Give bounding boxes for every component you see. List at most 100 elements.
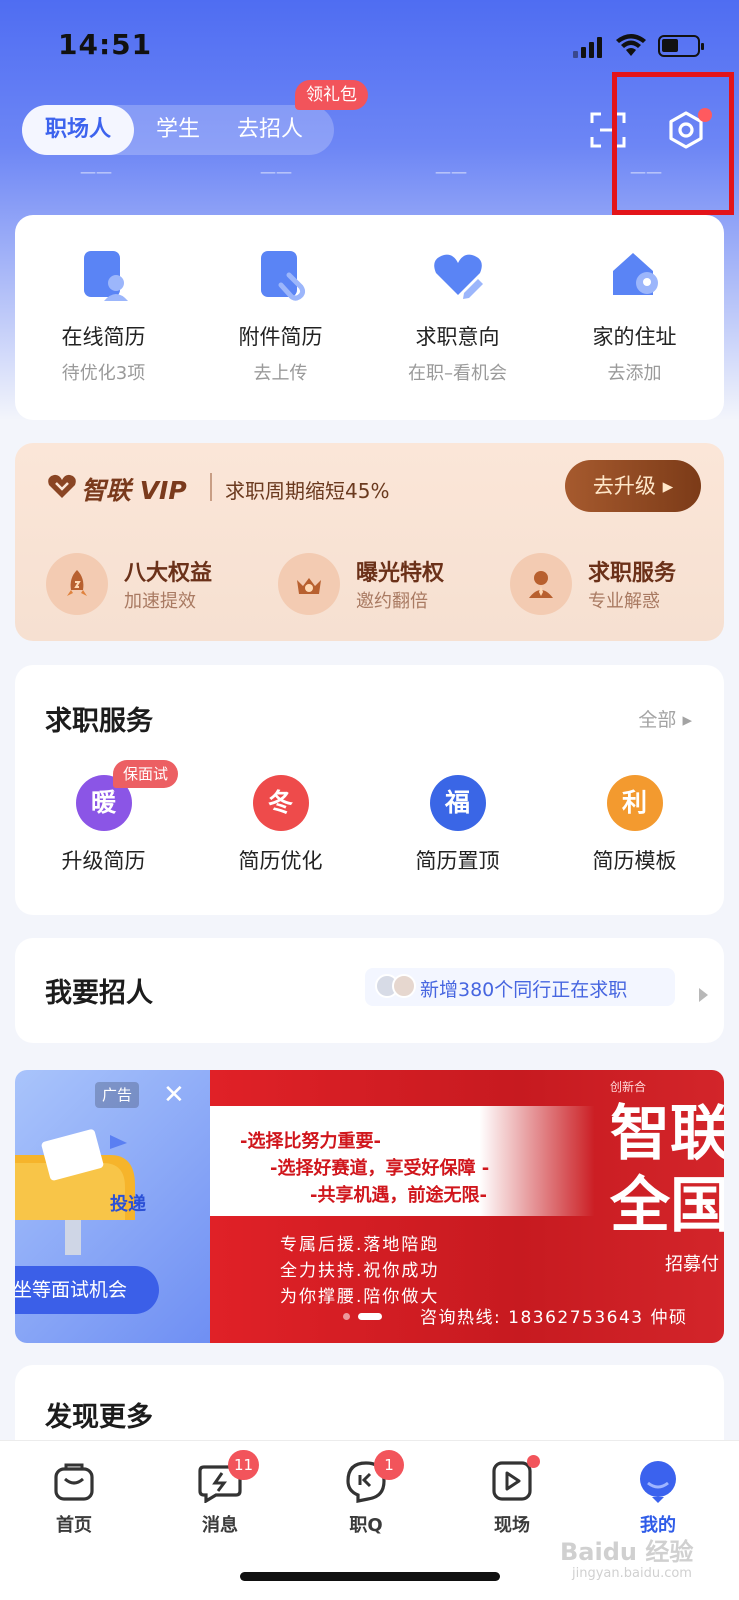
service-label: 简历优化 xyxy=(238,849,323,873)
shortcut-home-address[interactable]: 家的住址 去添加 xyxy=(546,245,723,385)
tab-professional[interactable]: 职场人 xyxy=(22,105,134,155)
shortcut-subtitle: 去添加 xyxy=(607,363,662,384)
heart-edit-icon xyxy=(433,254,483,299)
benefit-subtitle: 加速提效 xyxy=(124,591,196,612)
vip-benefit-rights[interactable]: 八大权益 加速提效 xyxy=(46,553,276,619)
watermark: Baidu 经验 xyxy=(560,1538,694,1566)
tab-student[interactable]: 学生 xyxy=(140,105,216,155)
nav-label: 职Q xyxy=(349,1515,383,1536)
service-label: 升级简历 xyxy=(61,849,146,873)
rocket-icon xyxy=(67,570,87,596)
shortcut-subtitle: 待优化3项 xyxy=(61,363,146,384)
ad-small-line: 全力扶持.祝你成功 xyxy=(280,1261,440,1281)
resume-shortcuts-card: 在线简历 待优化3项 附件简历 去上传 求职意向 在职–看机会 家的住址 去添加 xyxy=(15,215,724,420)
carousel-dot-active xyxy=(358,1313,382,1320)
eye-crown-icon xyxy=(297,578,321,594)
ad-big-text: 全国 xyxy=(610,1171,724,1241)
service-resume-template[interactable]: 利 简历模板 xyxy=(546,775,723,875)
ad-banner[interactable]: 投递 广告 ✕ 坐等面试机会 -选择比努力重要- -选择好赛道，享受好保障 - … xyxy=(15,1070,724,1343)
avatar xyxy=(392,974,416,998)
bag-icon xyxy=(54,1463,94,1501)
status-time: 14:51 xyxy=(58,28,153,61)
ad-hotline: 咨询热线: 18362753643 仲硕 xyxy=(420,1308,688,1328)
nav-profile[interactable]: 我的 xyxy=(608,1459,708,1537)
benefit-title: 八大权益 xyxy=(124,561,213,586)
shortcut-title: 家的住址 xyxy=(592,325,677,349)
vip-heart-icon xyxy=(48,474,76,498)
battery-icon xyxy=(658,35,704,57)
ad-right-panel[interactable]: -选择比努力重要- -选择好赛道，享受好保障 - -共享机遇，前途无限- 专属后… xyxy=(210,1070,724,1343)
winter-badge-icon: 冬 xyxy=(252,775,309,831)
ad-small-line: 专属后援.落地陪跑 xyxy=(280,1235,440,1255)
shortcut-job-intention[interactable]: 求职意向 在职–看机会 xyxy=(369,245,546,385)
fortune-badge-icon: 福 xyxy=(429,775,486,831)
role-tabs: 职场人 学生 去招人 xyxy=(22,105,334,155)
vip-benefit-service[interactable]: 求职服务 专业解惑 xyxy=(510,553,739,619)
nav-label: 消息 xyxy=(202,1515,238,1536)
nav-job-q[interactable]: 1 职Q xyxy=(316,1450,416,1537)
view-all-link[interactable]: 全部 ▸ xyxy=(638,705,692,732)
service-upgrade-resume[interactable]: 暖 升级简历 xyxy=(15,775,192,875)
ad-small-line: 为你撑腰.陪你做大 xyxy=(280,1287,440,1307)
shortcut-title: 在线简历 xyxy=(61,325,146,349)
vip-divider xyxy=(210,473,212,501)
service-optimize-resume[interactable]: 冬 简历优化 xyxy=(192,775,369,875)
shortcut-subtitle: 在职–看机会 xyxy=(408,363,507,384)
home-indicator[interactable] xyxy=(240,1572,500,1581)
nav-home[interactable]: 首页 xyxy=(24,1459,124,1537)
ad-line: -共享机遇，前途无限- xyxy=(310,1185,487,1206)
attachment-icon xyxy=(260,251,305,301)
mailbox-label: 投递 xyxy=(110,1194,146,1215)
section-title: 求职服务 xyxy=(45,706,153,737)
hire-tip[interactable]: 新增380个同行正在求职 xyxy=(365,968,675,1006)
cellular-signal-icon xyxy=(573,36,603,58)
benefit-subtitle: 邀约翻倍 xyxy=(356,591,428,612)
ad-tag: 广告 xyxy=(95,1082,140,1108)
unread-badge: 1 xyxy=(374,1450,404,1480)
vip-slogan: 求职周期缩短45% xyxy=(225,479,390,503)
nav-messages[interactable]: 11 消息 xyxy=(170,1450,270,1537)
gift-badge[interactable]: 领礼包 xyxy=(295,80,368,110)
vip-benefit-exposure[interactable]: 曝光特权 邀约翻倍 xyxy=(278,553,508,619)
benefit-title: 曝光特权 xyxy=(356,561,445,586)
chevron-right-icon xyxy=(699,988,708,1002)
tab-recruit[interactable]: 去招人 xyxy=(222,105,318,155)
home-location-icon xyxy=(612,253,658,295)
shortcut-online-resume[interactable]: 在线简历 待优化3项 xyxy=(15,245,192,385)
highlight-box xyxy=(612,72,734,215)
shortcut-title: 附件简历 xyxy=(238,325,323,349)
hire-card[interactable]: 我要招人 新增380个同行正在求职 xyxy=(15,938,724,1043)
ad-recruit-text: 招募付 xyxy=(665,1254,719,1275)
job-services-card: 求职服务 全部 ▸ 暖 升级简历 冬 简历优化 福 简历置顶 利 简历模板 保面… xyxy=(15,665,724,915)
document-user-icon xyxy=(83,251,128,301)
service-pin-resume[interactable]: 福 简历置顶 xyxy=(369,775,546,875)
nav-label: 首页 xyxy=(56,1515,92,1536)
shortcut-subtitle: 去上传 xyxy=(253,363,308,384)
nav-live[interactable]: 现场 xyxy=(462,1455,562,1537)
unread-badge: 11 xyxy=(228,1450,260,1480)
section-title: 我要招人 xyxy=(45,978,153,1009)
shortcut-title: 求职意向 xyxy=(415,325,500,349)
close-icon[interactable]: ✕ xyxy=(163,1080,185,1110)
wifi-icon xyxy=(616,34,646,56)
ad-left-panel[interactable]: 投递 广告 ✕ 坐等面试机会 xyxy=(15,1070,210,1343)
vip-brand: 智联 VIP xyxy=(81,476,187,505)
live-dot xyxy=(527,1455,540,1468)
benefit-title: 求职服务 xyxy=(588,561,677,586)
profit-badge-icon: 利 xyxy=(606,775,663,831)
ad-big-text: 智联 xyxy=(610,1099,724,1169)
ad-cta[interactable]: 坐等面试机会 xyxy=(15,1266,159,1314)
service-label: 简历模板 xyxy=(592,849,677,873)
vip-upgrade-button[interactable]: 去升级 ▸ xyxy=(565,460,701,512)
ad-tiny-text: 创新合 xyxy=(610,1080,647,1094)
carousel-dot xyxy=(343,1313,350,1320)
nav-label: 现场 xyxy=(494,1515,530,1536)
hire-tip-text: 新增380个同行正在求职 xyxy=(420,979,628,1001)
vip-card[interactable]: 智联 VIP 求职周期缩短45% 去升级 ▸ 八大权益 加速提效 曝光特权 邀约… xyxy=(15,443,724,641)
video-icon xyxy=(492,1461,532,1501)
interview-guarantee-badge: 保面试 xyxy=(113,760,179,788)
shortcut-attachment-resume[interactable]: 附件简历 去上传 xyxy=(192,245,369,385)
ad-line: -选择好赛道，享受好保障 - xyxy=(270,1158,490,1179)
ad-line: -选择比努力重要- xyxy=(240,1131,381,1152)
watermark-url: jingyan.baidu.com xyxy=(572,1566,692,1581)
